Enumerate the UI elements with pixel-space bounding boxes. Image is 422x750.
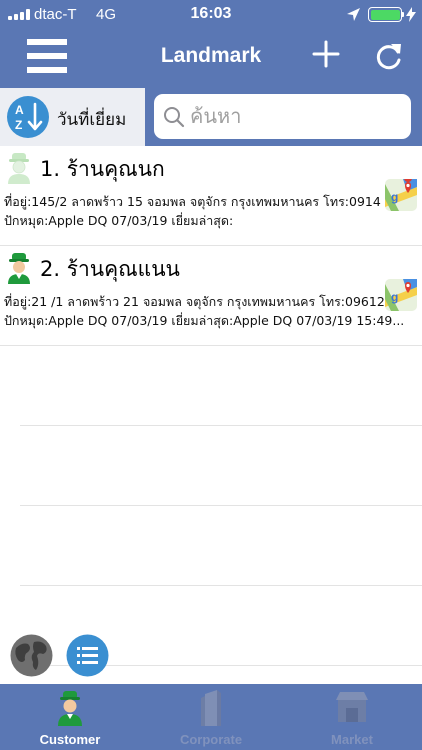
filter-row: A Z วันที่เยี่ยม [0,88,422,146]
svg-text:Z: Z [15,118,22,132]
customer-avatar-faded-icon [8,153,30,184]
search-box[interactable] [154,94,411,139]
page-title: Landmark [160,44,262,67]
globe-icon[interactable] [10,634,53,677]
list-icon[interactable] [66,634,109,677]
customer-name: 2. ร้านคุณแนน [40,257,180,281]
customer-pin-info: ปักหมุด:Apple DQ 07/03/19 เยี่ยมล่าสุด:A… [4,313,405,328]
tab-customer[interactable]: Customer [0,684,140,750]
market-icon [336,692,368,722]
customer-address: ที่อยู่:21 /1 ลาดพร้าว 21 จอมพล จตุจักร … [4,294,385,309]
tab-market[interactable]: Market [282,684,422,750]
empty-row [0,426,422,506]
list-item[interactable]: 2. ร้านคุณแนน ที่อยู่:21 /1 ลาดพร้าว 21 … [0,246,422,346]
plus-icon[interactable] [312,40,340,68]
sort-button[interactable]: A Z วันที่เยี่ยม [0,88,145,146]
building-icon [201,690,221,726]
tab-label: Market [331,732,373,747]
customer-name: 1. ร้านคุณนก [40,157,165,181]
customer-icon [58,691,82,726]
sort-az-icon: A Z [7,96,49,138]
list-item[interactable]: 1. ร้านคุณนก ที่อยู่:145/2 ลาดพร้าว 15 จ… [0,146,422,246]
svg-text:g: g [391,290,398,304]
charging-bolt-icon [406,7,416,22]
search-icon [164,107,185,128]
refresh-icon[interactable] [374,40,404,72]
sort-label: วันที่เยี่ยม [57,110,127,130]
empty-row [0,506,422,586]
status-bar: dtac-T 4G 16:03 [0,0,422,30]
tab-label: Customer [39,732,101,747]
empty-row [0,346,422,426]
svg-text:g: g [391,190,398,204]
empty-row [0,586,422,666]
battery-icon [368,7,402,22]
customer-avatar-green-icon [8,253,30,284]
tab-bar: Customer Corporate Market [0,684,422,750]
google-maps-icon[interactable]: g [385,179,417,211]
location-arrow-icon [347,8,360,21]
customer-list: 1. ร้านคุณนก ที่อยู่:145/2 ลาดพร้าว 15 จ… [0,146,422,666]
customer-pin-info: ปักหมุด:Apple DQ 07/03/19 เยี่ยมล่าสุด: [4,213,234,228]
google-maps-icon[interactable]: g [385,279,417,311]
tab-label: Corporate [179,732,243,747]
tab-corporate[interactable]: Corporate [141,684,281,750]
svg-text:A: A [15,103,24,117]
search-input[interactable] [190,100,400,132]
top-bar: dtac-T 4G 16:03 Landmark [0,0,422,88]
customer-address: ที่อยู่:145/2 ลาดพร้าว 15 จอมพล จตุจักร … [4,194,381,209]
